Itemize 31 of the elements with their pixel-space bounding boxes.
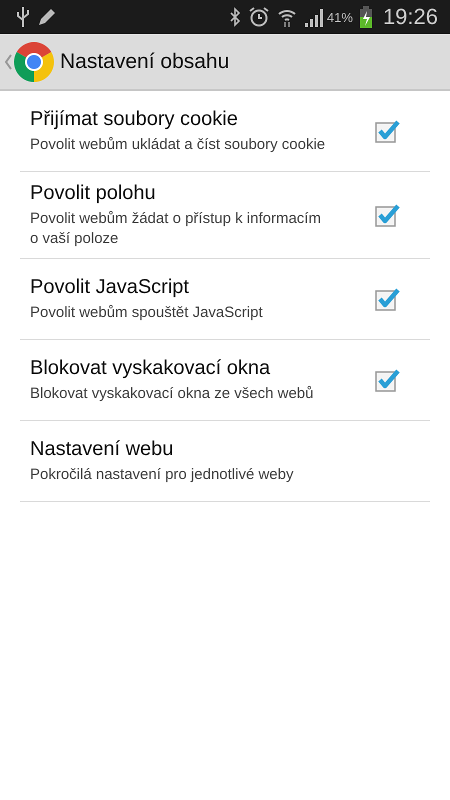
setting-summary: Povolit webům ukládat a číst soubory cookie xyxy=(30,134,326,154)
bluetooth-icon xyxy=(228,7,241,27)
setting-item[interactable]: Povolit polohu Povolit webům žádat o přístup k informacím o vaší poloze xyxy=(20,172,430,259)
alarm-clock-icon xyxy=(248,6,270,28)
checkbox[interactable] xyxy=(374,286,400,312)
checkbox[interactable] xyxy=(374,367,400,393)
setting-item[interactable]: Blokovat vyskakovací okna Blokovat vyskakovací okna ze všech webů xyxy=(20,340,430,421)
setting-summary: Pokročilá nastavení pro jednotlivé weby xyxy=(30,464,294,484)
setting-summary: Povolit webům žádat o přístup k informacím o vaší poloze xyxy=(30,209,322,248)
setting-item[interactable]: Přijímat soubory cookie Povolit webům ukládat a číst soubory cookie xyxy=(20,91,430,172)
setting-title: Povolit polohu xyxy=(30,182,157,205)
setting-title: Povolit JavaScript xyxy=(30,276,190,299)
clock: 19:26 xyxy=(382,4,438,30)
browser-logo-icon xyxy=(14,42,54,82)
usb-icon xyxy=(16,6,30,28)
battery-charging-icon xyxy=(360,6,372,28)
screen-title: Nastavení obsahu xyxy=(60,50,230,74)
pencil-icon xyxy=(37,7,57,27)
wifi-icon xyxy=(276,7,297,27)
setting-item[interactable]: Povolit JavaScript Povolit webům spouštět JavaScript xyxy=(20,259,430,340)
signal-icon xyxy=(304,7,324,27)
caret-icon xyxy=(4,54,12,70)
battery-percent: 41% xyxy=(326,10,353,24)
setting-title: Nastavení webu xyxy=(30,438,174,461)
setting-title: Přijímat soubory cookie xyxy=(30,108,239,131)
setting-title: Blokovat vyskakovací okna xyxy=(30,356,272,380)
setting-item[interactable]: Nastavení webu Pokročilá nastavení pro jednotlivé weby xyxy=(20,421,430,502)
checkbox[interactable] xyxy=(374,202,400,228)
checkbox[interactable] xyxy=(374,118,400,144)
setting-summary: Povolit webům spouštět JavaScript xyxy=(30,302,264,322)
setting-summary: Blokovat vyskakovací okna ze všech webů xyxy=(30,384,314,404)
